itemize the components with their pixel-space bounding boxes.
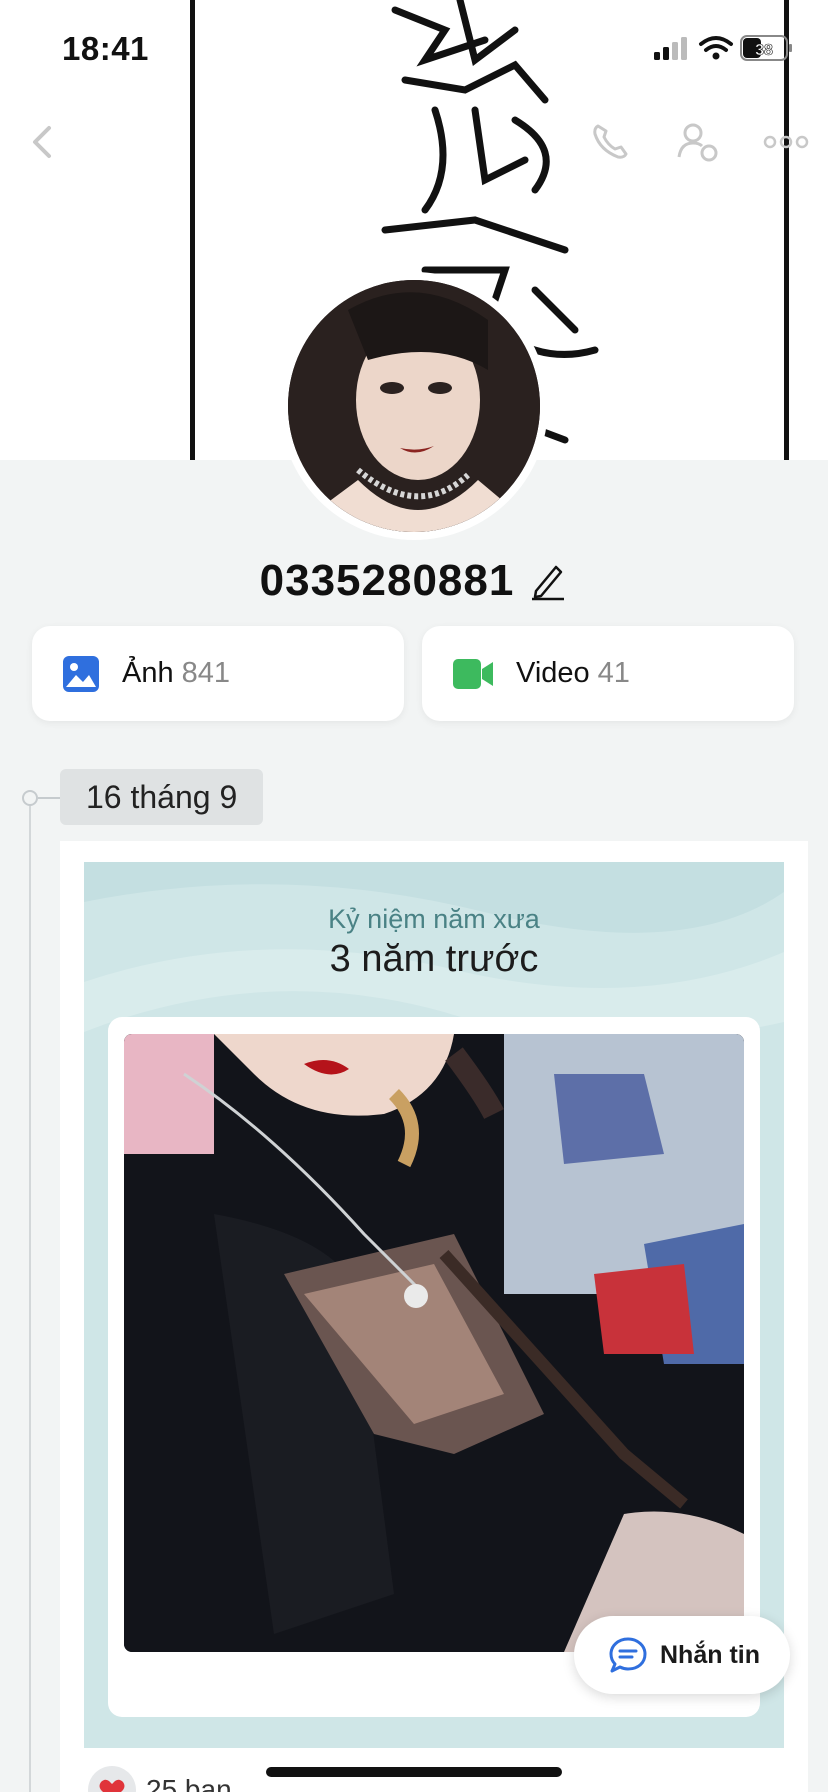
more-button[interactable] [762,118,810,166]
timeline-dot [22,790,38,806]
memory-title: 3 năm trước [329,938,539,980]
signal-icon [654,37,687,60]
avatar-image [288,280,540,532]
photos-count: 841 [181,657,230,689]
videos-count: 41 [597,657,630,689]
profile-settings-button[interactable] [674,118,722,166]
wifi-icon [699,36,733,60]
status-bar: 18:41 38 [0,0,828,100]
photos-label: Ảnh [122,657,174,689]
avatar[interactable] [280,272,548,540]
call-button[interactable] [586,118,634,166]
back-button[interactable] [18,118,66,166]
status-time: 18:41 [62,30,149,67]
profile-name: 0335280881 [259,556,515,605]
heart-reaction [88,1766,136,1792]
profile-settings-icon [677,123,718,162]
home-indicator [266,1767,562,1777]
memory-photo[interactable] [124,1034,744,1652]
message-button[interactable]: Nhắn tin [574,1616,790,1694]
chat-bubble-icon [609,1637,647,1673]
memory-subtitle: Kỷ niệm năm xưa [328,904,540,934]
battery-icon: 38 [740,35,792,61]
timeline-connector [38,797,60,799]
videos-button[interactable]: Video 41 [422,626,794,721]
image-icon [63,655,99,692]
heart-icon [99,1779,125,1792]
back-icon [33,126,51,158]
phone-icon [593,124,628,159]
reaction-count: 25 bạn [146,1774,232,1792]
more-icon [763,135,809,149]
edit-icon[interactable] [528,561,568,601]
photos-button[interactable]: Ảnh 841 [32,626,404,721]
timeline-date: 16 tháng 9 [60,769,264,825]
video-icon [453,658,493,689]
battery-level: 38 [755,42,773,59]
message-button-label: Nhắn tin [660,1640,760,1669]
profile-name-row: 0335280881 [0,556,828,606]
reaction-summary[interactable]: 25 bạn [88,1766,232,1792]
videos-label: Video [516,657,590,689]
